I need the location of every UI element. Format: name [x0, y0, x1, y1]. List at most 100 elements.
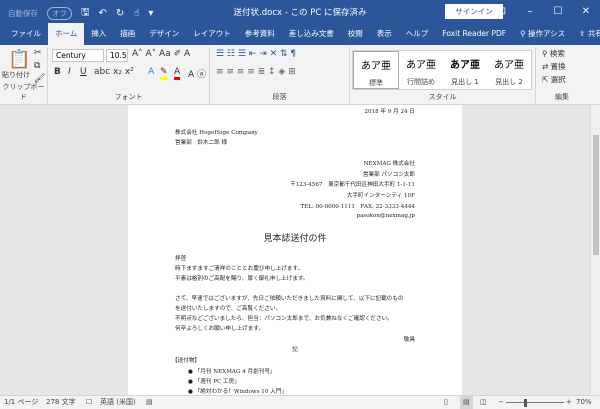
- replace-button[interactable]: ⇄ 置換: [542, 61, 566, 72]
- style-name: 行間詰め: [407, 78, 435, 86]
- style-no-spacing[interactable]: あア亜 行間詰め: [399, 51, 443, 89]
- list-item: ● 「週刊 PC 工房」: [188, 379, 240, 385]
- document-area: 2018 年 9 月 24 日 株式会社 HogeHoge Company 営業…: [0, 105, 590, 395]
- print-layout-icon[interactable]: ▤: [460, 396, 473, 409]
- read-mode-icon[interactable]: ▯: [444, 396, 448, 409]
- page-count[interactable]: 1/1 ページ: [4, 396, 38, 409]
- tab-view[interactable]: 表示: [370, 23, 399, 45]
- tell-me-label: 操作アシス: [527, 29, 566, 38]
- vertical-scrollbar[interactable]: [590, 105, 600, 395]
- replace-label: 置換: [550, 62, 566, 71]
- language[interactable]: 英語 (米国): [100, 396, 136, 409]
- find-button[interactable]: ⚲ 検索: [542, 48, 565, 59]
- style-heading2[interactable]: あア亜 見出し 2: [487, 51, 531, 89]
- style-name: 見出し 2: [495, 78, 523, 86]
- paragraph-label: 段落: [272, 93, 287, 101]
- tab-insert[interactable]: 挿入: [84, 23, 113, 45]
- italic-icon[interactable]: I: [68, 67, 71, 77]
- items-label: 【送付物】: [172, 358, 200, 364]
- tab-file[interactable]: ファイル: [4, 23, 48, 45]
- zoom-level[interactable]: 70%: [576, 396, 592, 409]
- document-page[interactable]: 2018 年 9 月 24 日 株式会社 HogeHoge Company 営業…: [128, 105, 462, 395]
- scrollbar-thumb[interactable]: [593, 135, 599, 255]
- share-label: 共有: [587, 29, 600, 38]
- share-button[interactable]: ⇪ 共有: [572, 23, 600, 45]
- ribbon-display-icon[interactable]: ⊡: [488, 0, 516, 23]
- ribbon-tabs: ファイル ホーム 挿入 描画 デザイン レイアウト 参考資料 差し込み文書 校閲…: [0, 23, 600, 45]
- ki: 記: [292, 347, 298, 353]
- body-line: を送付いたしますので、ご高覧ください。: [175, 306, 282, 312]
- font-name-select[interactable]: Century: [52, 49, 104, 62]
- clipboard-label: クリップボード: [2, 83, 45, 101]
- sender-tel-fax: TEL: 00-0000-1111 FAX: 22-3333-4444: [300, 204, 415, 210]
- maximize-icon[interactable]: ☐: [544, 0, 572, 23]
- zoom-slider-thumb[interactable]: [524, 399, 528, 407]
- sender-address1: 〒123-4567 東京都千代田区神田大手町 1-1-11: [290, 182, 415, 188]
- list-item-text: 「週刊 PC 工房」: [194, 379, 240, 385]
- copy-icon[interactable]: ⧉: [34, 61, 40, 71]
- strike-sub-sup-icons[interactable]: abc x₂ x²: [94, 67, 134, 77]
- recipient-person: 営業部 鈴木二郎 様: [175, 140, 228, 146]
- tab-layout[interactable]: レイアウト: [186, 23, 238, 45]
- select-button[interactable]: ⇱ 選択: [542, 74, 566, 85]
- tab-design[interactable]: デザイン: [142, 23, 186, 45]
- bold-icon[interactable]: B: [54, 67, 61, 77]
- macro-icon[interactable]: ▤: [146, 396, 153, 409]
- word-count[interactable]: 278 文字: [46, 396, 76, 409]
- sender-person: 営業部 パソコン太郎: [362, 172, 415, 178]
- title-bar: 自動保存 オフ 🖫 ↶ ↻ ☝ ▾ 送付状.docx - この PC に保存済み…: [0, 0, 600, 23]
- tab-review[interactable]: 校閲: [341, 23, 370, 45]
- style-sample: あア亜: [406, 60, 436, 71]
- find-label: 検索: [549, 49, 565, 58]
- style-heading1[interactable]: あア亜見出し 1: [443, 51, 487, 89]
- paste-button[interactable]: 貼り付け: [2, 70, 30, 80]
- alignment-icons[interactable]: ≡ ≡ ≡ ≡ ≣ ↕ ◈ ⊞: [216, 67, 296, 77]
- tab-help[interactable]: ヘルプ: [399, 23, 436, 45]
- zoom-out-icon[interactable]: −: [498, 396, 504, 409]
- tell-me-search[interactable]: ⚲ 操作アシス: [513, 23, 572, 45]
- web-layout-icon[interactable]: ◫: [480, 396, 487, 409]
- text-effects-icon[interactable]: A: [148, 67, 154, 77]
- proofing-icon[interactable]: ☐: [86, 396, 92, 409]
- font-size-select[interactable]: 10.5: [106, 49, 128, 62]
- body-line: 何卒よろしくお願い申し上げます。: [175, 326, 264, 332]
- font-label: フォント: [114, 93, 143, 101]
- editing-label: 編集: [555, 93, 569, 101]
- body-line: さて、早速ではございますが、先日ご依頼いただきました資料に関して、以下に記載のも…: [175, 296, 404, 302]
- paragraph-group: ☰ ☷ ☰ ⇤ ⇥ ✕ ⇅ ¶ ≡ ≡ ≡ ≡ ≣ ↕ ◈ ⊞ 段落: [210, 47, 350, 104]
- sender-company: NEXMAG 株式会社: [363, 161, 415, 167]
- highlight-icon[interactable]: ✎: [160, 67, 168, 80]
- body-line: 時下ますますご清祥のこととお慶び申し上げます。: [175, 266, 304, 272]
- tab-draw[interactable]: 描画: [113, 23, 142, 45]
- date: 2018 年 9 月 24 日: [364, 109, 415, 115]
- recipient-company: 株式会社 HogeHoge Company: [175, 130, 258, 136]
- bullets-numbering-icons[interactable]: ☰ ☷ ☰ ⇤ ⇥ ✕ ⇅ ¶: [216, 49, 296, 59]
- font-color-icon[interactable]: A: [174, 67, 181, 80]
- font-group: Century 10.5 A˄ A˅ Aa ✐ A B I U abc x₂ x…: [48, 47, 210, 104]
- grow-font-icon[interactable]: A˄ A˅ Aa ✐ A: [132, 49, 190, 59]
- tab-mailings[interactable]: 差し込み文書: [282, 23, 341, 45]
- close-icon[interactable]: ✕: [572, 0, 600, 23]
- tab-home[interactable]: ホーム: [48, 23, 85, 45]
- minimize-icon[interactable]: –: [516, 0, 544, 23]
- style-sample: あア亜: [450, 60, 480, 71]
- zoom-slider[interactable]: [506, 402, 564, 403]
- paste-icon[interactable]: 📋: [8, 49, 30, 70]
- styles-label: スタイル: [428, 93, 457, 101]
- sender-email: pasokon@nexmag.jp: [356, 213, 416, 219]
- body-line: 不明点などございましたら、担当：パソコン太郎まで、お気兼ねなくご確認ください。: [175, 316, 393, 322]
- tab-references[interactable]: 参考資料: [238, 23, 282, 45]
- cut-icon[interactable]: ✂: [34, 48, 42, 58]
- editing-group: ⚲ 検索 ⇄ 置換 ⇱ 選択 編集: [536, 47, 588, 104]
- style-sample: あア亜: [361, 61, 391, 72]
- status-bar: 1/1 ページ 278 文字 ☐ 英語 (米国) ▤ ▯ ▤ ◫ − + 70%: [0, 395, 600, 409]
- zoom-in-icon[interactable]: +: [566, 396, 572, 409]
- subject: 見本誌送付の件: [263, 234, 327, 244]
- tab-foxit[interactable]: Foxit Reader PDF: [435, 23, 513, 45]
- style-name: 見出し 1: [451, 78, 479, 86]
- greeting: 拝啓: [175, 256, 187, 262]
- clipboard-group: 📋 貼り付け ✂ ⧉ 🖌 クリップボード: [0, 47, 48, 104]
- underline-icon[interactable]: U: [80, 67, 87, 77]
- char-shading-icon[interactable]: A ⓐ: [188, 67, 206, 80]
- style-normal[interactable]: あア亜 標準: [353, 51, 399, 89]
